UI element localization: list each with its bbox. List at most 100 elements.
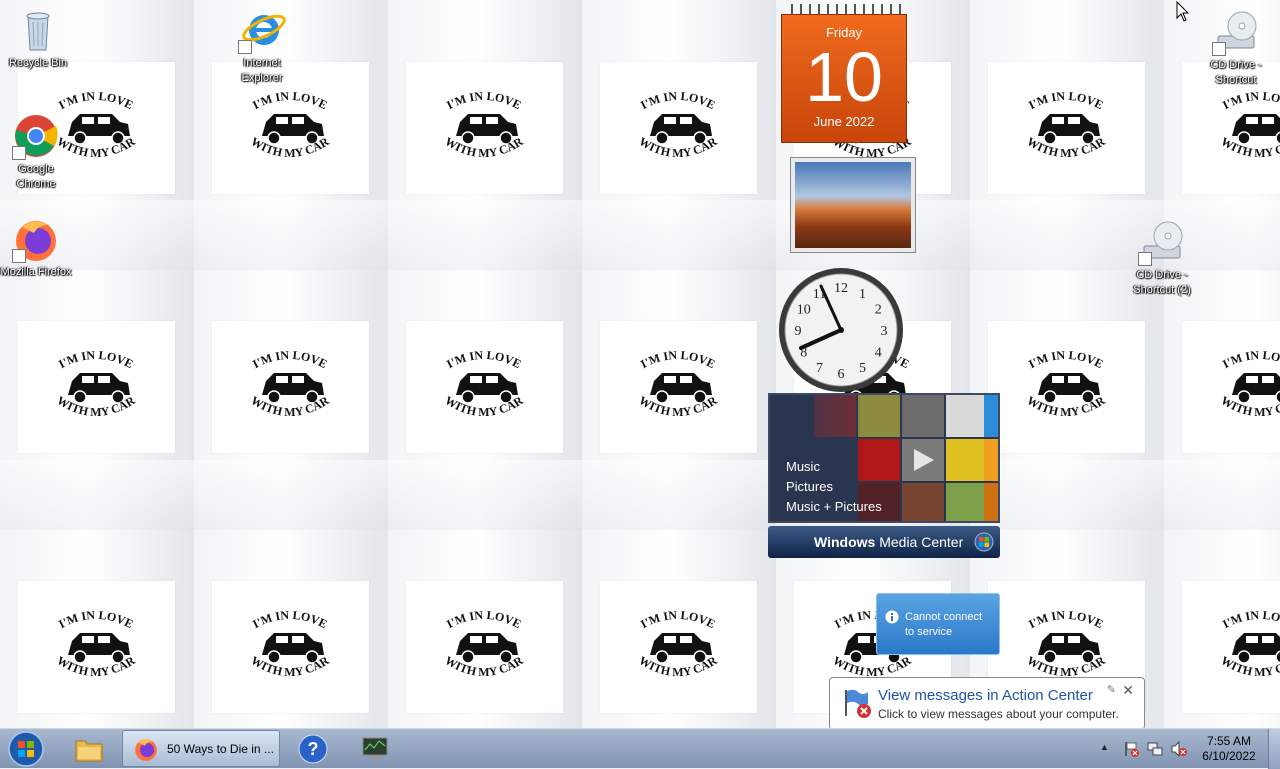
show-hidden-icons-button[interactable]: ▲ bbox=[1100, 742, 1109, 752]
taskbar-clock[interactable]: 7:55 AM 6/10/2022 bbox=[1196, 734, 1262, 764]
monitor-icon bbox=[362, 737, 388, 760]
wallpaper-tile: I'M IN LOVEWITH MY CAR bbox=[406, 581, 563, 713]
show-desktop-button[interactable] bbox=[1268, 729, 1280, 769]
tile-text-top: I'M IN LOVE bbox=[56, 348, 135, 371]
wallpaper-tile: I'M IN LOVEWITH MY CAR bbox=[988, 62, 1145, 194]
car-emblem-icon: I'M IN LOVE WITH MY CAR bbox=[637, 608, 720, 679]
internet-explorer-icon[interactable]: Internet Explorer bbox=[224, 6, 300, 86]
tile-text-bottom: WITH MY CAR bbox=[249, 393, 332, 419]
tile-text-top: I'M IN LOVE bbox=[250, 89, 329, 112]
tile-text-top: I'M IN LOVE bbox=[444, 89, 523, 112]
desktop-wallpaper: I'M IN LOVE WITH MY CAR I'M IN LOVE WITH MY… bbox=[0, 0, 1280, 728]
tile-text-bottom: WITH MY CAR bbox=[637, 653, 720, 679]
help-taskbar-button[interactable]: ? bbox=[290, 730, 336, 767]
wallpaper-tile: I'M IN LOVEWITH MY CAR bbox=[1182, 321, 1280, 453]
clock-numeral: 9 bbox=[795, 324, 802, 339]
tile-text-top: I'M IN LOVE bbox=[56, 608, 135, 631]
calendar-page: Friday 10 June 2022 bbox=[781, 14, 907, 143]
media-center-menu-pictures[interactable]: Pictures bbox=[786, 477, 882, 497]
car-emblem-icon: I'M IN LOVEWITH MY CAR bbox=[1219, 89, 1280, 160]
wallpaper-tile: I'M IN LOVE WITH MY CAR bbox=[18, 581, 175, 713]
calendar-day: 10 bbox=[805, 38, 883, 116]
car-emblem-icon: I'M IN LOVE WITH MY CAR bbox=[55, 608, 138, 679]
tile-text-bottom: WITH MY CAR bbox=[443, 393, 526, 419]
info-icon bbox=[885, 610, 899, 624]
action-center-balloon[interactable]: View messages in Action Center Click to … bbox=[829, 677, 1145, 741]
tile-text-top: I'M IN LOVE bbox=[1026, 89, 1105, 112]
clock-numeral: 10 bbox=[797, 303, 811, 318]
shortcut-arrow-icon bbox=[1212, 42, 1226, 56]
calendar-gadget[interactable]: Friday 10 June 2022 bbox=[781, 4, 907, 143]
google-chrome-icon[interactable]: Google Chrome bbox=[0, 112, 74, 192]
tile-text-bottom: WITH MY CAR bbox=[637, 134, 720, 160]
network-icon[interactable] bbox=[1146, 740, 1164, 758]
shortcut-arrow-icon bbox=[1138, 252, 1152, 266]
mozilla-firefox-icon[interactable]: Mozilla Firefox bbox=[0, 215, 74, 280]
google-chrome-label: Google Chrome bbox=[16, 163, 56, 190]
media-center-panel: Music Pictures Music + Pictures bbox=[768, 393, 1000, 523]
action-center-tray-icon[interactable] bbox=[1123, 740, 1141, 758]
car-emblem-icon: I'M IN LOVE WITH MY CAR bbox=[249, 89, 332, 160]
tile-text-top: I'M IN LOVE bbox=[1220, 89, 1280, 112]
firefox-task-label: 50 Ways to Die in ... bbox=[167, 742, 274, 756]
cd-drive-shortcut-2-icon[interactable]: CD Drive - Shortcut (2) bbox=[1124, 218, 1200, 298]
service-notification[interactable]: Cannot connect to service bbox=[876, 593, 1000, 655]
wallpaper-tile: I'M IN LOVEWITH MY CAR bbox=[212, 321, 369, 453]
tile-text-bottom: WITH MY CAR bbox=[637, 393, 720, 419]
wallpaper-tile: I'M IN LOVE WITH MY CAR bbox=[600, 581, 757, 713]
system-monitor-taskbar-button[interactable] bbox=[352, 730, 398, 767]
tile-text-top: I'M IN LOVE bbox=[638, 608, 717, 631]
slideshow-photo bbox=[795, 162, 911, 248]
cd-drive-shortcut-icon[interactable]: CD Drive - Shortcut bbox=[1198, 8, 1274, 88]
clock-numeral: 5 bbox=[859, 361, 866, 376]
media-center-menu-music[interactable]: Music bbox=[786, 457, 882, 477]
action-center-body: Click to view messages about your comput… bbox=[878, 707, 1119, 721]
clock-numeral: 6 bbox=[838, 367, 845, 382]
balloon-close-button[interactable]: ✕ bbox=[1122, 682, 1134, 699]
tile-text-bottom: WITH MY CAR bbox=[249, 653, 332, 679]
recycle-bin-icon[interactable]: Recycle Bin bbox=[0, 6, 76, 71]
shortcut-arrow-icon bbox=[238, 40, 252, 54]
clock-gadget[interactable]: 12 1 2 3 4 5 6 7 8 9 10 11 bbox=[777, 266, 905, 399]
media-center-brand: Windows Media Center bbox=[814, 526, 963, 558]
taskbar-clock-time: 7:55 AM bbox=[1206, 734, 1252, 748]
media-center-brand-bar[interactable]: Windows Media Center bbox=[768, 526, 1000, 558]
explorer-taskbar-button[interactable] bbox=[66, 730, 112, 767]
service-notification-line1: Cannot connect bbox=[905, 611, 983, 623]
folder-icon bbox=[75, 740, 103, 762]
mozilla-firefox-label: Mozilla Firefox bbox=[0, 266, 72, 278]
windows-orb-icon bbox=[974, 532, 994, 552]
car-emblem-icon: I'M IN LOVEWITH MY CAR bbox=[1219, 608, 1280, 679]
firefox-taskbar-button[interactable]: 50 Ways to Die in ... bbox=[122, 730, 280, 767]
pin-icon[interactable]: ✎ bbox=[1107, 683, 1116, 696]
car-emblem-icon: I'M IN LOVEWITH MY CAR bbox=[1025, 348, 1108, 419]
car-emblem-icon: I'M IN LOVE WITH MY CAR bbox=[637, 348, 720, 419]
tile-text-top: I'M IN LOVE bbox=[638, 348, 717, 371]
tile-text-top: I'M IN LOVE bbox=[1026, 348, 1105, 371]
svg-text:?: ? bbox=[308, 739, 319, 759]
action-center-title[interactable]: View messages in Action Center bbox=[878, 687, 1093, 704]
tile-text-bottom: WITH MY CAR bbox=[249, 134, 332, 160]
taskbar-clock-date: 6/10/2022 bbox=[1202, 749, 1256, 763]
tile-text-bottom: WITH MY CAR bbox=[55, 653, 138, 679]
car-emblem-icon: I'M IN LOVEWITH MY CAR bbox=[443, 89, 526, 160]
media-center-menu: Music Pictures Music + Pictures bbox=[786, 457, 882, 517]
calendar-month-year: June 2022 bbox=[813, 114, 875, 129]
wallpaper-tile: I'M IN LOVEWITH MY CAR bbox=[18, 321, 175, 453]
ie-logo-icon bbox=[238, 6, 286, 54]
wallpaper-row-band bbox=[0, 200, 1280, 270]
cd-drive-glyph-icon bbox=[1138, 218, 1186, 266]
media-center-gadget[interactable]: Music Pictures Music + Pictures Windows … bbox=[768, 393, 1000, 558]
car-emblem-icon: I'M IN LOVEWITH MY CAR bbox=[637, 89, 720, 160]
clock-numeral: 4 bbox=[875, 346, 882, 361]
volume-muted-icon[interactable] bbox=[1170, 740, 1188, 758]
start-button[interactable] bbox=[6, 729, 46, 769]
wallpaper-tile: I'M IN LOVEWITH MY CAR bbox=[212, 581, 369, 713]
internet-explorer-label: Internet Explorer bbox=[241, 57, 283, 84]
slideshow-gadget[interactable] bbox=[790, 157, 916, 253]
tile-text-bottom: WITH MY CAR bbox=[831, 653, 914, 679]
shortcut-arrow-icon bbox=[12, 249, 26, 263]
media-center-menu-music-pictures[interactable]: Music + Pictures bbox=[786, 497, 882, 517]
clock-numeral: 1 bbox=[859, 287, 866, 302]
tile-text-top: I'M IN LOVE bbox=[1026, 608, 1105, 631]
